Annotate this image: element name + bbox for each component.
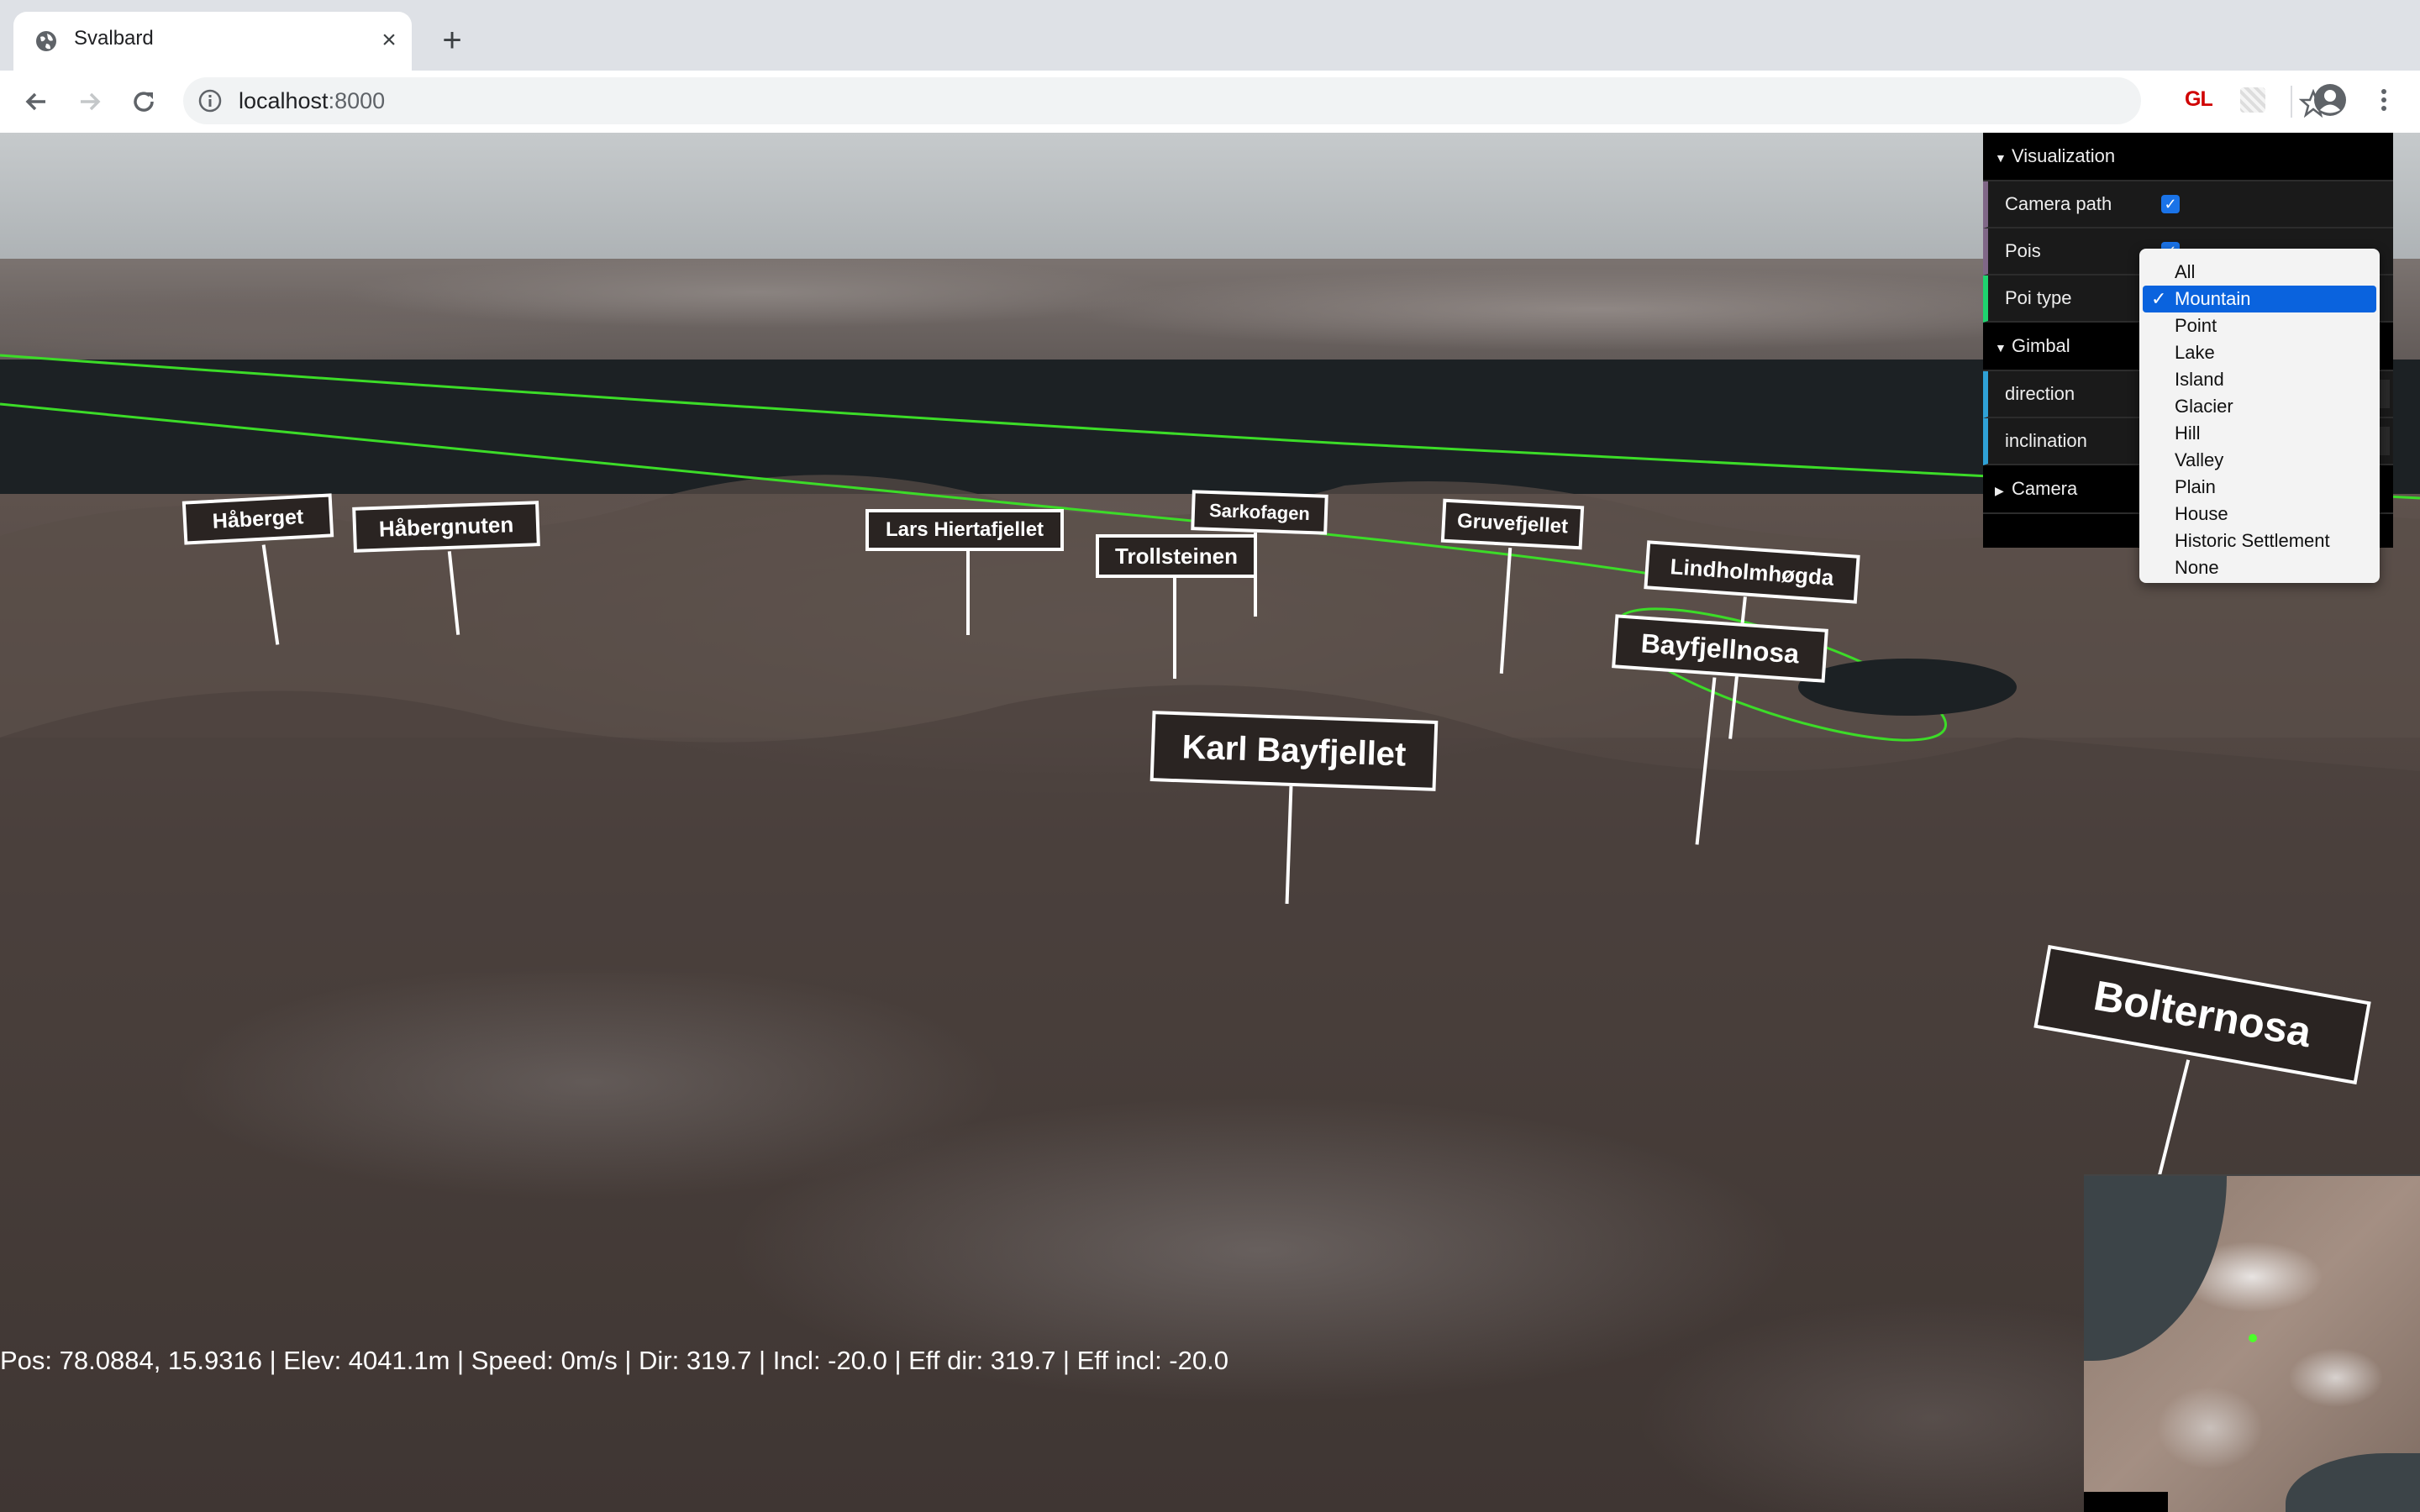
back-icon[interactable] xyxy=(20,86,52,118)
close-icon[interactable]: × xyxy=(376,28,402,53)
minimap-water xyxy=(2286,1453,2420,1512)
option-all[interactable]: All xyxy=(2143,259,2376,286)
option-island[interactable]: Island xyxy=(2143,366,2376,393)
poi-label[interactable]: Trollsteinen xyxy=(1096,534,1257,578)
row-camera-path: Camera path ✓ xyxy=(1983,181,2393,228)
terrain-viewport[interactable]: Håberget Håbergnuten Lars Hiertafjellet … xyxy=(0,133,2420,1512)
globe-icon xyxy=(36,31,56,51)
caret-right-icon: ▶ xyxy=(1995,484,2004,497)
option-hill[interactable]: Hill xyxy=(2143,420,2376,447)
pois-label: Pois xyxy=(2005,240,2041,261)
minimap-corner xyxy=(2084,1492,2168,1512)
option-house[interactable]: House xyxy=(2143,501,2376,528)
option-lake[interactable]: Lake xyxy=(2143,339,2376,366)
option-mountain[interactable]: ✓ Mountain xyxy=(2143,286,2376,312)
toolbar-divider xyxy=(2291,86,2292,118)
poi-type-label: Poi type xyxy=(2005,287,2072,308)
poi-label[interactable]: Karl Bayfjellet xyxy=(1150,711,1439,791)
address-bar[interactable]: localhost:8000 xyxy=(183,77,2328,124)
option-point[interactable]: Point xyxy=(2143,312,2376,339)
lake xyxy=(1798,659,2017,716)
checkmark-icon: ✓ xyxy=(2151,288,2167,309)
profile-icon[interactable] xyxy=(2312,82,2348,118)
camera-path-checkbox[interactable]: ✓ xyxy=(2161,195,2180,213)
browser-tab[interactable]: Svalbard × xyxy=(13,12,412,71)
poi-label[interactable]: Håberget xyxy=(182,493,334,545)
poi-type-dropdown[interactable]: All ✓ Mountain Point Lake Island Glacier… xyxy=(2139,249,2380,583)
forward-icon[interactable] xyxy=(74,86,106,118)
poi-pole xyxy=(1173,578,1176,679)
direction-label: direction xyxy=(2005,383,2075,404)
browser-toolbar: localhost:8000 GL xyxy=(0,71,2420,134)
url-text: localhost:8000 xyxy=(239,88,386,113)
inclination-label: inclination xyxy=(2005,430,2087,451)
poi-pole xyxy=(966,551,970,635)
inclination-slider[interactable] xyxy=(2380,427,2390,455)
browser-tabstrip: Svalbard × + xyxy=(0,0,2420,71)
camera-path-label: Camera path xyxy=(2005,193,2112,214)
tab-title: Svalbard xyxy=(74,27,154,50)
minimap-position-marker xyxy=(2249,1334,2257,1342)
caret-down-icon: ▼ xyxy=(1995,341,2007,354)
more-menu-icon[interactable] xyxy=(2371,82,2396,118)
option-none[interactable]: None xyxy=(2143,554,2376,581)
caret-down-icon: ▼ xyxy=(1995,151,2007,165)
option-historic-settlement[interactable]: Historic Settlement xyxy=(2143,528,2376,554)
option-plain[interactable]: Plain xyxy=(2143,474,2376,501)
poi-label[interactable]: Sarkofagen xyxy=(1191,490,1328,535)
poi-label[interactable]: Lars Hiertafjellet xyxy=(865,509,1064,551)
folder-visualization[interactable]: ▼ Visualization xyxy=(1983,133,2393,181)
minimap[interactable] xyxy=(2084,1174,2420,1512)
poi-label[interactable]: Håbergnuten xyxy=(352,501,540,553)
option-valley[interactable]: Valley xyxy=(2143,447,2376,474)
poi-label[interactable]: Gruvefjellet xyxy=(1440,498,1585,550)
direction-slider[interactable] xyxy=(2380,380,2390,408)
reload-icon[interactable] xyxy=(128,86,160,118)
webgl-extension-icon[interactable]: GL xyxy=(2185,87,2213,112)
new-tab-button[interactable]: + xyxy=(437,24,467,57)
minimap-water xyxy=(2084,1176,2227,1361)
option-glacier[interactable]: Glacier xyxy=(2143,393,2376,420)
extension-icon[interactable] xyxy=(2240,87,2265,113)
status-readout: Pos: 78.0884, 15.9316 | Elev: 4041.1m | … xyxy=(0,1346,1228,1375)
info-icon[interactable] xyxy=(197,87,224,114)
